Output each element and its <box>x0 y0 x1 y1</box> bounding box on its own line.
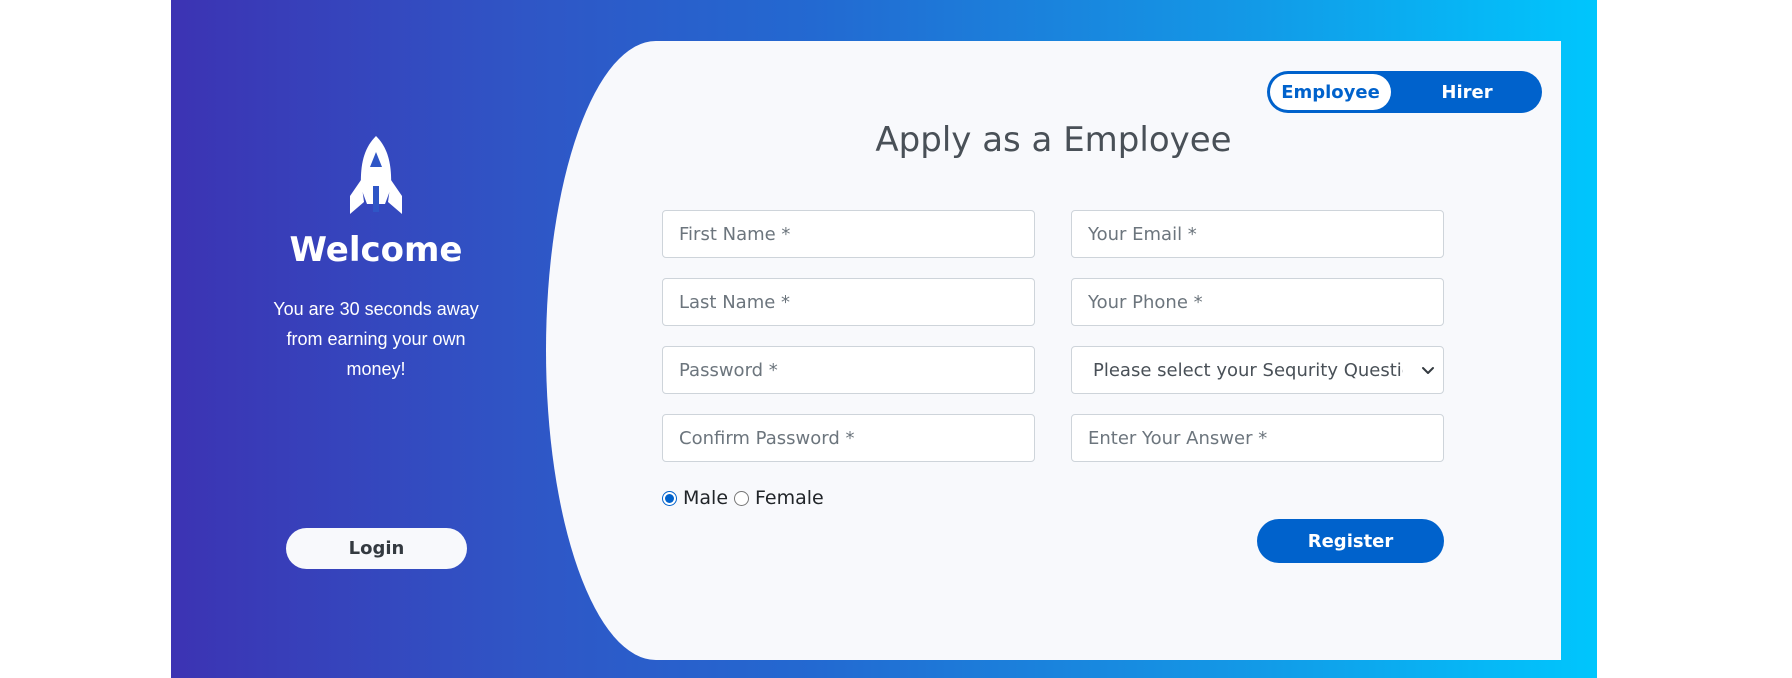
tab-employee[interactable]: Employee <box>1270 74 1391 110</box>
first-name-input[interactable] <box>662 210 1035 258</box>
left-panel: Welcome You are 30 seconds away from ear… <box>171 0 581 678</box>
gender-radio-group: Male Female <box>662 486 830 510</box>
welcome-heading: Welcome <box>289 230 463 270</box>
last-name-input[interactable] <box>662 278 1035 326</box>
female-radio[interactable] <box>734 490 750 506</box>
gender-option-male[interactable]: Male <box>662 487 728 509</box>
login-button[interactable]: Login <box>286 528 467 569</box>
role-toggle: Employee Hirer <box>1267 71 1542 113</box>
left-panel-content: Welcome You are 30 seconds away from ear… <box>171 0 581 678</box>
password-input[interactable] <box>662 346 1035 394</box>
welcome-tagline: You are 30 seconds away from earning you… <box>273 299 479 379</box>
tab-hirer[interactable]: Hirer <box>1395 74 1539 110</box>
male-radio[interactable] <box>662 490 677 506</box>
answer-input[interactable] <box>1071 414 1444 462</box>
female-label: Female <box>755 487 824 509</box>
confirm-password-input[interactable] <box>662 414 1035 462</box>
register-button[interactable]: Register <box>1257 519 1444 563</box>
gender-option-female[interactable]: Female <box>734 487 824 509</box>
form-title: Apply as a Employee <box>875 120 1232 160</box>
phone-input[interactable] <box>1071 278 1444 326</box>
email-input[interactable] <box>1071 210 1444 258</box>
security-question-select[interactable]: Please select your Sequrity Question <box>1071 346 1444 394</box>
male-label: Male <box>683 487 729 509</box>
rocket-icon <box>350 136 402 214</box>
